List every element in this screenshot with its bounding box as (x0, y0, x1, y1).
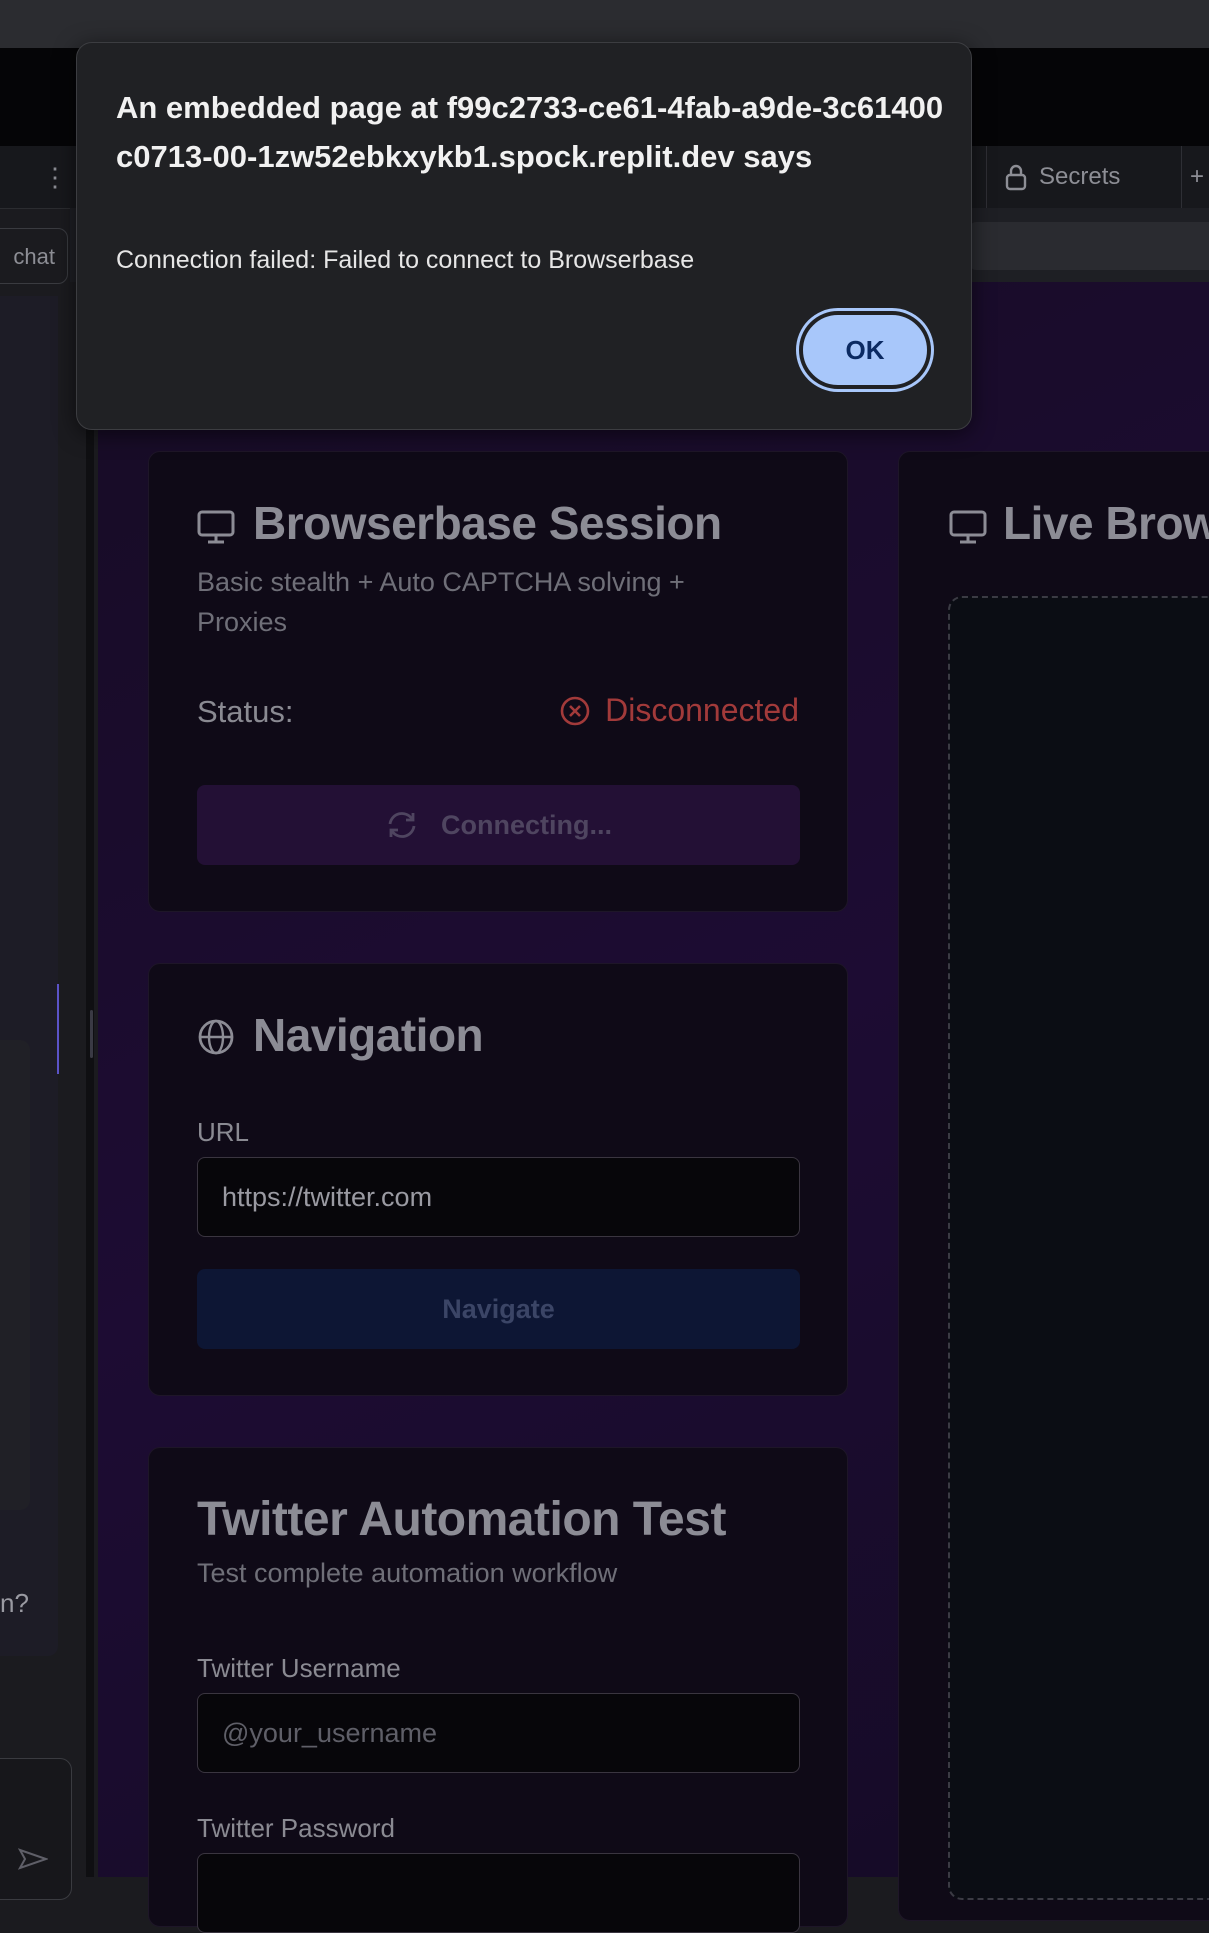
new-chat-button[interactable]: chat (0, 228, 68, 284)
tab-secrets[interactable]: Secrets (986, 146, 1182, 208)
monitor-icon (197, 510, 235, 544)
live-browser-viewport[interactable] (948, 596, 1209, 1900)
alert-dialog: An embedded page at f99c2733-ce61-4fab-a… (76, 42, 972, 430)
panel-splitter[interactable] (86, 296, 94, 1877)
new-chat-label: chat (13, 244, 55, 269)
connect-button-label: Connecting... (441, 809, 612, 840)
dialog-title: An embedded page at f99c2733-ce61-4fab-a… (116, 90, 944, 174)
navigate-button-label: Navigate (442, 1293, 555, 1324)
tab-secrets-label: Secrets (1039, 163, 1121, 190)
connect-button[interactable]: Connecting... (197, 785, 800, 865)
navigate-button[interactable]: Navigate (197, 1269, 800, 1349)
twitter-username-label: Twitter Username (197, 1653, 401, 1683)
ok-button-label: OK (845, 334, 885, 365)
live-browser-card-title: Live Brow (1003, 497, 1209, 549)
x-circle-icon (560, 696, 590, 725)
chat-question-fragment: n? (0, 1588, 29, 1618)
twitter-username-input[interactable]: @your_username (197, 1693, 800, 1773)
lock-icon (1005, 164, 1027, 191)
twitter-card-title: Twitter Automation Test (197, 1493, 726, 1546)
ok-button[interactable]: OK (799, 311, 931, 389)
chat-input[interactable] (0, 1758, 72, 1900)
url-label: URL (197, 1117, 250, 1147)
twitter-username-placeholder: @your_username (222, 1717, 438, 1748)
session-card-title: Browserbase Session (253, 497, 722, 549)
globe-icon (198, 1019, 234, 1055)
status-value: Disconnected (605, 692, 799, 728)
twitter-automation-card: Twitter Automation Test Test complete au… (148, 1447, 848, 1933)
twitter-card-subtitle: Test complete automation workflow (197, 1558, 618, 1588)
status-badge: Disconnected (559, 692, 799, 729)
new-tab-button[interactable]: + (1190, 146, 1209, 208)
chat-scroll-accent (57, 984, 59, 1074)
status-label: Status: (197, 694, 294, 729)
chat-message-block (0, 1040, 30, 1510)
twitter-password-label: Twitter Password (197, 1813, 395, 1843)
dialog-message: Connection failed: Failed to connect to … (116, 246, 695, 274)
url-input-value: https://twitter.com (222, 1181, 433, 1212)
monitor-icon (949, 510, 987, 544)
navigation-card-title: Navigation (253, 1009, 484, 1061)
send-icon[interactable] (18, 1848, 48, 1870)
twitter-password-input[interactable] (197, 1853, 800, 1933)
navigation-card: Navigation URL https://twitter.com Navig… (148, 963, 848, 1396)
session-card-subtitle: Basic stealth + Auto CAPTCHA solving + P… (197, 567, 685, 637)
refresh-icon (388, 812, 416, 838)
preview-url-bar[interactable] (970, 222, 1209, 270)
splitter-handle[interactable] (90, 1010, 93, 1058)
more-vertical-icon[interactable]: ⋮ (40, 164, 70, 194)
url-input[interactable]: https://twitter.com (197, 1157, 800, 1237)
session-card: Browserbase Session Basic stealth + Auto… (148, 451, 848, 912)
